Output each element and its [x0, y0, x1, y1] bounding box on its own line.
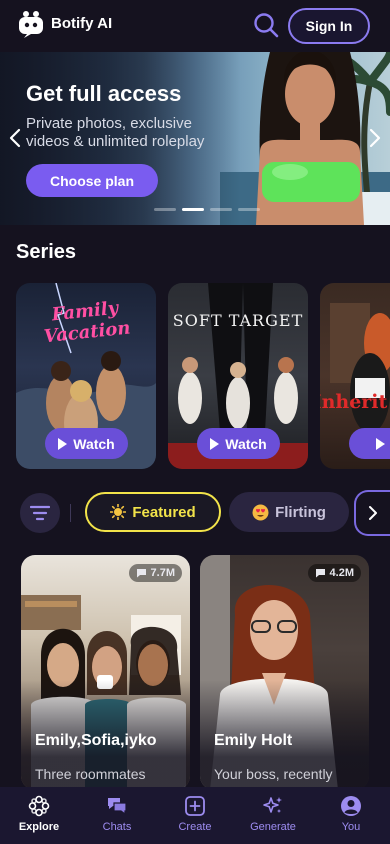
- watch-button[interactable]: Watch: [197, 428, 280, 459]
- chip-label: Featured: [132, 503, 196, 521]
- carousel-dot-active[interactable]: [182, 208, 204, 211]
- nav-label: Generate: [250, 821, 296, 833]
- nav-label: Chats: [102, 821, 132, 833]
- carousel-dots: [154, 208, 260, 211]
- sign-in-button[interactable]: Sign In: [288, 8, 370, 44]
- banner-subtitle: Private photos, exclusive videos & unlim…: [26, 115, 205, 150]
- series-carousel[interactable]: Family Vacation Watch SOFT TARGET Watch: [16, 283, 390, 469]
- character-card[interactable]: 4.2M Emily Holt Your boss, recently: [200, 555, 369, 790]
- create-icon: [185, 796, 205, 816]
- sparkle-icon: [263, 797, 282, 813]
- chat-count: 4.2M: [329, 567, 354, 579]
- chats-icon: [108, 798, 127, 816]
- category-filter-row: Featured Flirting: [0, 490, 390, 536]
- play-icon: [376, 437, 386, 450]
- nav-label: Explore: [18, 821, 60, 833]
- watch-label: Watch: [73, 435, 115, 452]
- chevron-right-icon: [369, 506, 377, 520]
- filter-icon: [30, 505, 50, 521]
- botify-logo-icon: [19, 11, 43, 38]
- chip-label: Flirting: [275, 503, 326, 521]
- app-header: Botify AI Sign In: [0, 0, 390, 52]
- explore-icon: [28, 795, 50, 817]
- search-icon[interactable]: [253, 12, 279, 38]
- watch-label: Watch: [225, 435, 267, 452]
- filter-button[interactable]: [20, 493, 60, 533]
- sun-icon: [110, 504, 127, 520]
- chevron-left-icon[interactable]: [9, 128, 21, 148]
- series-card-soft-target[interactable]: SOFT TARGET Watch: [168, 283, 308, 469]
- watch-button[interactable]: W: [349, 428, 390, 459]
- series-poster-title: Inherit: [320, 391, 388, 413]
- promo-banner[interactable]: Get full access Private photos, exclusiv…: [0, 52, 390, 225]
- nav-you[interactable]: You: [312, 787, 390, 844]
- character-description: Your boss, recently: [214, 766, 333, 782]
- nav-label: Create: [178, 821, 212, 833]
- brand-name: Botify AI: [51, 15, 113, 32]
- banner-model-image: [256, 52, 364, 225]
- bottom-navigation: Explore Chats Create Generate You: [0, 787, 390, 844]
- choose-plan-button[interactable]: Choose plan: [26, 164, 158, 197]
- filter-divider: [70, 504, 71, 522]
- heart-eyes-icon: [252, 504, 269, 520]
- series-poster-title: SOFT TARGET: [172, 311, 304, 330]
- chip-flirting[interactable]: Flirting: [229, 492, 349, 532]
- chat-bubble-icon: [136, 569, 146, 578]
- chip-featured[interactable]: Featured: [85, 492, 221, 532]
- chat-bubble-icon: [315, 569, 325, 578]
- nav-chats[interactable]: Chats: [78, 787, 156, 844]
- carousel-dot[interactable]: [238, 208, 260, 211]
- character-description: Three roommates: [35, 766, 146, 782]
- watch-button[interactable]: Watch: [45, 428, 128, 459]
- nav-create[interactable]: Create: [156, 787, 234, 844]
- series-heading: Series: [16, 241, 77, 263]
- chevron-right-icon[interactable]: [369, 128, 381, 148]
- series-card-family-vacation[interactable]: Family Vacation Watch: [16, 283, 156, 469]
- chat-count: 7.7M: [150, 567, 175, 579]
- carousel-dot[interactable]: [210, 208, 232, 211]
- character-card[interactable]: 7.7M Emily,Sofia,iyko Three roommates: [21, 555, 190, 790]
- character-name: Emily Holt: [214, 732, 293, 749]
- banner-title: Get full access: [26, 81, 182, 106]
- chips-scroll-right-button[interactable]: [354, 490, 390, 536]
- user-icon: [341, 796, 361, 816]
- play-icon: [210, 437, 220, 450]
- chat-count-badge: 7.7M: [128, 564, 182, 582]
- nav-generate[interactable]: Generate: [234, 787, 312, 844]
- chat-count-badge: 4.2M: [307, 564, 361, 582]
- nav-explore[interactable]: Explore: [0, 787, 78, 844]
- series-card-inherit[interactable]: Inherit W: [320, 283, 390, 469]
- play-icon: [58, 437, 68, 450]
- nav-label: You: [341, 821, 361, 833]
- character-name: Emily,Sofia,iyko: [35, 732, 157, 749]
- carousel-dot[interactable]: [154, 208, 176, 211]
